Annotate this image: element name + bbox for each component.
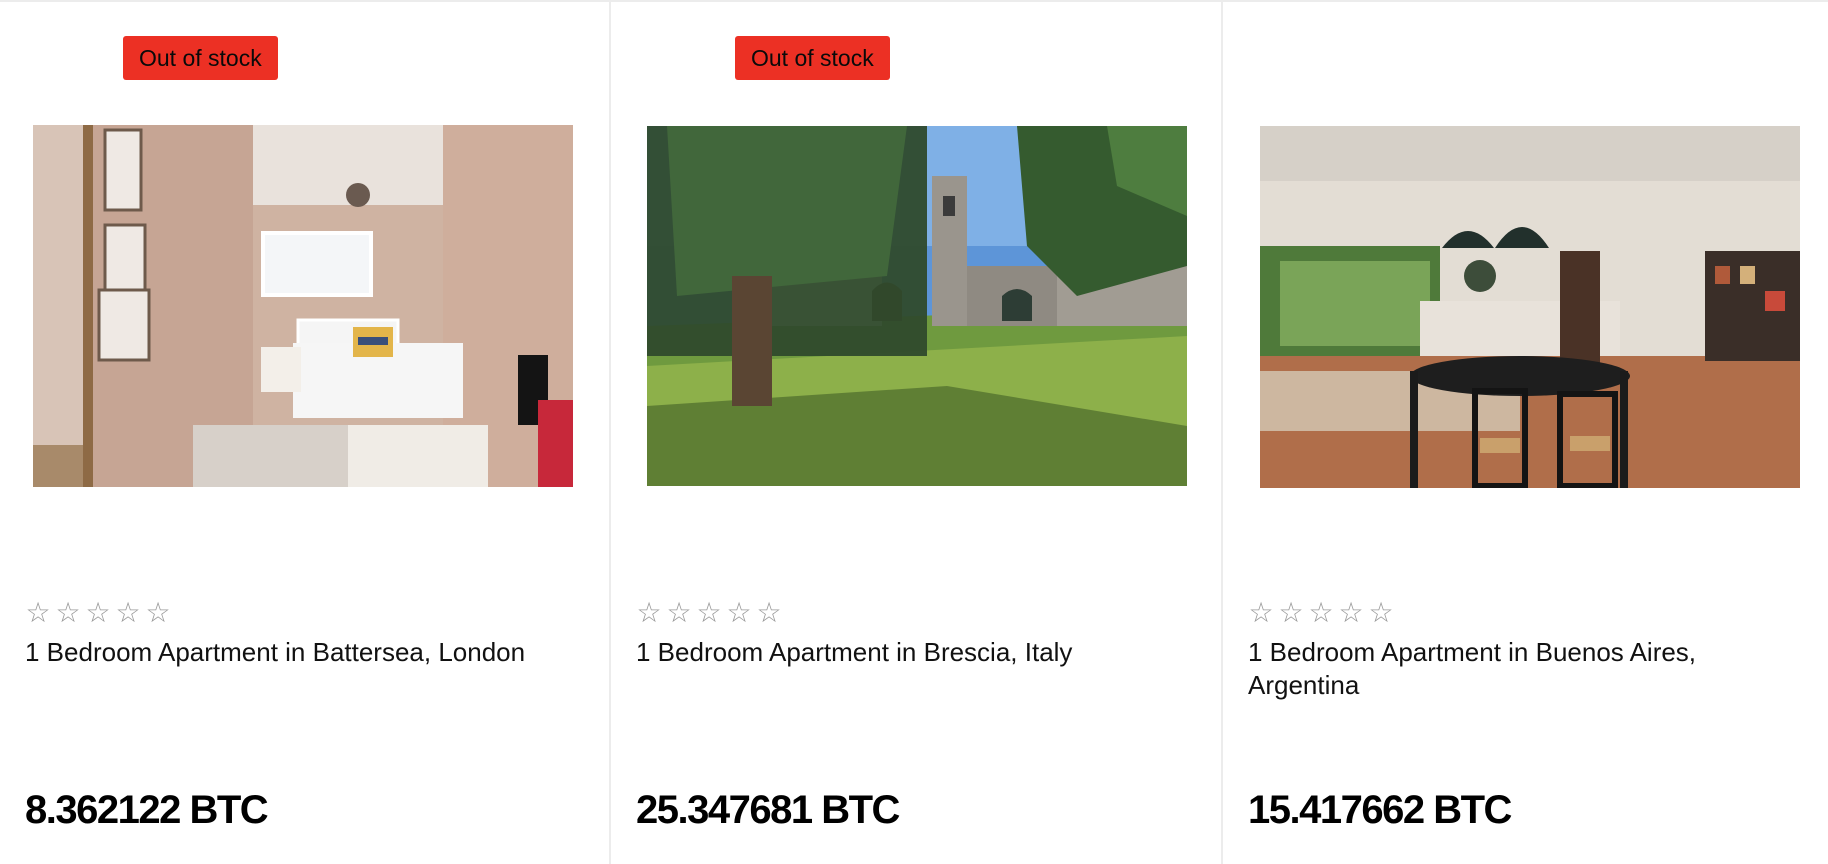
product-image[interactable] bbox=[1260, 126, 1800, 488]
stone-villa-photo-icon bbox=[647, 126, 1187, 486]
star-icon: ☆ bbox=[55, 597, 81, 628]
star-icon: ☆ bbox=[1368, 597, 1394, 628]
product-image[interactable] bbox=[33, 125, 573, 487]
star-icon: ☆ bbox=[636, 597, 662, 628]
star-icon: ☆ bbox=[666, 597, 692, 628]
star-icon: ☆ bbox=[1248, 597, 1274, 628]
star-icon: ☆ bbox=[85, 597, 111, 628]
star-icon: ☆ bbox=[696, 597, 722, 628]
star-icon: ☆ bbox=[115, 597, 141, 628]
product-price: 25.347681 BTC bbox=[636, 788, 900, 832]
rating-stars: ☆ ☆ ☆ ☆ ☆ bbox=[1248, 598, 1394, 628]
product-price: 8.362122 BTC bbox=[25, 788, 269, 832]
product-image[interactable] bbox=[647, 126, 1187, 486]
rating-stars: ☆ ☆ ☆ ☆ ☆ bbox=[636, 598, 782, 628]
product-title[interactable]: 1 Bedroom Apartment in Battersea, London bbox=[25, 636, 585, 669]
star-icon: ☆ bbox=[1338, 597, 1364, 628]
star-icon: ☆ bbox=[145, 597, 171, 628]
star-icon: ☆ bbox=[756, 597, 782, 628]
star-icon: ☆ bbox=[1278, 597, 1304, 628]
product-title[interactable]: 1 Bedroom Apartment in Buenos Aires, Arg… bbox=[1248, 636, 1808, 702]
rating-stars: ☆ ☆ ☆ ☆ ☆ bbox=[25, 598, 171, 628]
product-card[interactable]: Out of stock ☆ ☆ ☆ ☆ ☆ 1 Bedroom Apartme… bbox=[0, 2, 611, 864]
dining-room-photo-icon bbox=[1260, 126, 1800, 488]
product-price: 15.417662 BTC bbox=[1248, 788, 1512, 832]
product-title[interactable]: 1 Bedroom Apartment in Brescia, Italy bbox=[636, 636, 1196, 669]
product-card[interactable]: ☆ ☆ ☆ ☆ ☆ 1 Bedroom Apartment in Buenos … bbox=[1223, 2, 1828, 864]
product-card[interactable]: Out of stock ☆ ☆ ☆ ☆ ☆ 1 Bedroom Apartme… bbox=[611, 2, 1223, 864]
product-grid: Out of stock ☆ ☆ ☆ ☆ ☆ 1 Bedroom Apartme… bbox=[0, 0, 1828, 864]
out-of-stock-badge: Out of stock bbox=[123, 36, 278, 80]
star-icon: ☆ bbox=[726, 597, 752, 628]
out-of-stock-badge: Out of stock bbox=[735, 36, 890, 80]
star-icon: ☆ bbox=[25, 597, 51, 628]
star-icon: ☆ bbox=[1308, 597, 1334, 628]
bedroom-photo-icon bbox=[33, 125, 573, 487]
